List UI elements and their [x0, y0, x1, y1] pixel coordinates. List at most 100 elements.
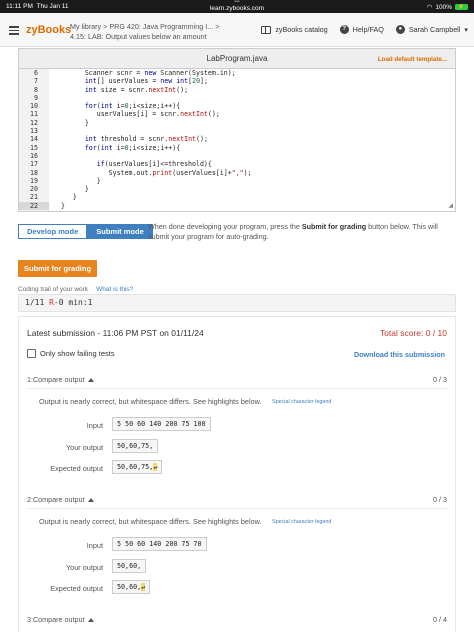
line-number: 17 — [19, 160, 41, 169]
code-line[interactable]: 10 for(int i=0;i<size;i++){ — [19, 102, 455, 111]
code-line[interactable]: 20 } — [19, 185, 455, 194]
fold-gutter[interactable] — [41, 102, 49, 111]
input-label: Input — [86, 541, 103, 550]
your-output-value: 50,60,75, — [112, 439, 159, 453]
only-failing-toggle[interactable]: Only show failing tests — [27, 349, 115, 358]
fold-gutter[interactable] — [41, 176, 49, 186]
only-failing-label: Only show failing tests — [40, 349, 115, 358]
line-number: 9 — [19, 93, 41, 103]
fold-gutter[interactable] — [41, 151, 49, 161]
help-link[interactable]: ? Help/FAQ — [339, 25, 384, 34]
submit-mode-button[interactable]: Submit mode — [87, 224, 153, 239]
compare-3-score: 0 / 4 — [433, 615, 447, 624]
user-menu[interactable]: ● Sarah Campbell ▾ — [395, 25, 468, 34]
coding-trail-label: Coding trail of your work What is this? — [18, 286, 133, 293]
user-name: Sarah Campbell — [408, 25, 461, 34]
line-number: 7 — [19, 77, 41, 86]
fold-gutter[interactable] — [41, 193, 49, 202]
code-line[interactable]: 17 if(userValues[i]<=threshold){ — [19, 160, 455, 169]
download-submission-link[interactable]: Download this submission — [354, 350, 445, 359]
special-char-legend-link[interactable]: Special character legend — [272, 399, 331, 405]
compare-1-title: 1:Compare output — [27, 375, 85, 384]
line-number: 19 — [19, 176, 41, 186]
code-line[interactable]: 12 } — [19, 118, 455, 128]
breadcrumb-section[interactable]: 4.15: LAB: Output values below an amount — [70, 32, 207, 41]
fold-gutter[interactable] — [41, 185, 49, 194]
code-line[interactable]: 6 Scanner scnr = new Scanner(System.in); — [19, 69, 455, 78]
caret-up-icon — [87, 377, 94, 382]
code-text: } — [61, 185, 89, 194]
zybooks-logo[interactable]: zyBooks — [26, 24, 71, 36]
compare-1-divider — [27, 388, 449, 389]
submit-for-grading-button[interactable]: Submit for grading — [18, 260, 97, 277]
what-is-this-link[interactable]: What is this? — [96, 286, 133, 293]
line-number: 22 — [19, 201, 41, 211]
code-text: } — [61, 193, 77, 202]
special-char-legend-link[interactable]: Special character legend — [272, 519, 331, 525]
code-line[interactable]: 7 int[] userValues = new int[20]; — [19, 77, 455, 86]
compare-2-divider — [27, 508, 449, 509]
code-line[interactable]: 16 — [19, 151, 455, 161]
line-number: 12 — [19, 118, 41, 128]
fold-gutter[interactable] — [41, 77, 49, 86]
total-score: Total score: 0 / 10 — [379, 328, 447, 338]
status-right: ◠ 100% ⚡ — [427, 3, 468, 11]
help-icon: ? — [339, 25, 349, 34]
newline-highlight: ↵ — [141, 583, 146, 591]
fold-gutter[interactable] — [41, 85, 49, 94]
fold-gutter[interactable] — [41, 93, 49, 103]
code-editor[interactable]: LabProgram.java Load default template...… — [18, 48, 456, 212]
code-line[interactable]: 8 int size = scnr.nextInt(); — [19, 85, 455, 94]
results-panel: Latest submission - 11:06 PM PST on 01/1… — [18, 316, 456, 632]
user-avatar-icon: ● — [395, 25, 405, 34]
code-text: int size = scnr.nextInt(); — [84, 85, 189, 94]
mode-toggle: Develop mode Submit mode — [18, 224, 153, 239]
code-text: } — [61, 201, 65, 210]
fold-gutter[interactable] — [41, 118, 49, 128]
code-line[interactable]: 21 } — [19, 193, 455, 202]
code-line[interactable]: 14 int threshold = scnr.nextInt(); — [19, 135, 455, 144]
fold-gutter[interactable] — [41, 69, 49, 78]
fold-gutter[interactable] — [41, 135, 49, 144]
load-template-link[interactable]: Load default template... — [378, 56, 447, 63]
catalog-link[interactable]: zyBooks catalog — [261, 25, 328, 34]
code-area[interactable]: 6 Scanner scnr = new Scanner(System.in);… — [19, 69, 455, 211]
code-line[interactable]: 18 System.out.print(userValues[i]+","); — [19, 168, 455, 177]
fold-gutter[interactable] — [41, 110, 49, 119]
code-line[interactable]: 9 — [19, 93, 455, 103]
checkbox[interactable] — [27, 349, 36, 358]
fold-gutter[interactable] — [41, 201, 49, 211]
code-line[interactable]: 23 — [19, 210, 455, 211]
fold-gutter[interactable] — [41, 127, 49, 136]
url-bar[interactable]: learn.zybooks.com — [0, 5, 474, 13]
battery-icon: ⚡ — [455, 4, 468, 10]
status-url-area: ••• learn.zybooks.com — [0, 0, 474, 13]
fold-gutter[interactable] — [41, 168, 49, 177]
code-line[interactable]: 13 — [19, 127, 455, 136]
resize-handle-icon[interactable]: ◢ — [448, 202, 453, 209]
compare-2-header[interactable]: 2:Compare output — [27, 495, 94, 504]
fold-gutter[interactable] — [41, 210, 49, 211]
breadcrumb-path[interactable]: My library > PRG 420: Java Programming I… — [70, 22, 219, 31]
coding-trail: 1/11 R-0 min:1 — [18, 294, 456, 312]
compare-1-header[interactable]: 1:Compare output — [27, 375, 94, 384]
compare-3-header[interactable]: 3:Compare output — [27, 615, 94, 624]
catalog-label: zyBooks catalog — [275, 25, 328, 34]
line-number: 15 — [19, 143, 41, 152]
code-line[interactable]: 22} — [19, 201, 455, 211]
fold-gutter[interactable] — [41, 143, 49, 152]
expected-output-text: 50,60, — [117, 583, 142, 591]
develop-mode-button[interactable]: Develop mode — [18, 224, 88, 239]
fold-gutter[interactable] — [41, 160, 49, 169]
status-bar: 11:11 PM Thu Jan 11 ••• learn.zybooks.co… — [0, 0, 474, 13]
code-line[interactable]: 19 } — [19, 176, 455, 186]
line-number: 6 — [19, 69, 41, 78]
code-line[interactable]: 11 userValues[i] = scnr.nextInt(); — [19, 110, 455, 119]
trail-part1: 1/11 — [25, 298, 50, 307]
compare-2-score: 0 / 3 — [433, 495, 447, 504]
code-text: userValues[i] = scnr.nextInt(); — [61, 110, 220, 119]
code-line[interactable]: 15 for(int i=0;i<size;i++){ — [19, 143, 455, 152]
code-text: if(userValues[i]<=threshold){ — [96, 160, 212, 169]
hamburger-menu-icon[interactable] — [9, 26, 19, 37]
code-text: } — [61, 176, 101, 185]
